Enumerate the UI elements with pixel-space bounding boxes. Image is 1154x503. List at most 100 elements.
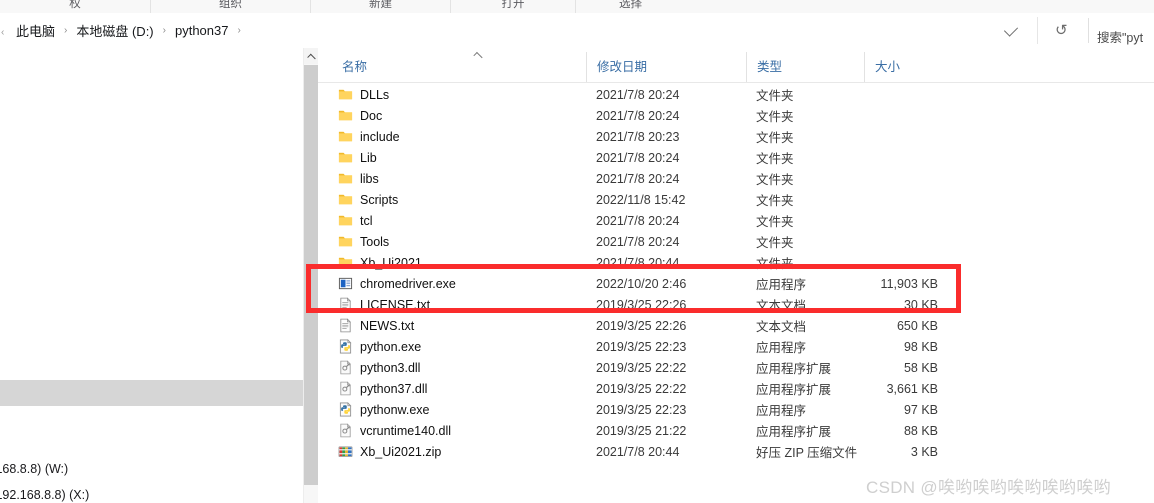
file-name-label: Scripts [360, 192, 399, 207]
nav-item-network-drive-x[interactable]: \192.168.8.8) (X:) [0, 488, 89, 502]
file-name-cell: Tools [338, 234, 389, 249]
text-file-icon [338, 318, 353, 333]
address-bar: ‹ 此电脑 › 本地磁盘 (D:) › python37 › ↻ 搜索"pyt [0, 13, 1154, 49]
breadcrumb-separator-icon[interactable]: › [158, 25, 171, 36]
file-name-label: python.exe [360, 339, 422, 354]
file-name-cell: libs [338, 171, 379, 186]
file-date-cell: 2021/7/8 20:44 [596, 255, 680, 270]
address-dropdown-button[interactable] [988, 17, 1034, 44]
ribbon-group-open[interactable]: 打开 [450, 0, 575, 13]
file-date-cell: 2021/7/8 20:24 [596, 213, 680, 228]
search-input[interactable]: 搜索"pyt [1097, 27, 1154, 46]
column-header-size[interactable]: 大小 [864, 52, 938, 82]
file-type-cell: 文件夹 [756, 110, 794, 124]
file-size-cell: 58 KB [903, 360, 938, 375]
table-row[interactable]: Scripts 2022/11/8 15:42 文件夹 [318, 189, 1154, 210]
scroll-up-arrow-icon[interactable] [304, 48, 318, 64]
file-name-cell: vcruntime140.dll [338, 423, 451, 438]
file-name-cell: include [338, 129, 400, 144]
caret-up-icon [306, 53, 316, 62]
file-date-cell: 2022/11/8 15:42 [596, 192, 686, 207]
breadcrumb-item-this-pc[interactable]: 此电脑 [12, 19, 59, 42]
ribbon-strip: 权 组织 新建 打开 选择 [0, 0, 1154, 14]
column-header-type[interactable]: 类型 [746, 52, 864, 82]
file-date-cell: 2021/7/8 20:24 [596, 87, 680, 102]
file-name-label: libs [360, 171, 379, 186]
table-row[interactable]: include 2021/7/8 20:23 文件夹 [318, 126, 1154, 147]
table-row[interactable]: Tools 2021/7/8 20:24 文件夹 [318, 231, 1154, 252]
ribbon-group-0[interactable]: 权 [0, 0, 150, 13]
file-date-cell: 2021/7/8 20:24 [596, 150, 680, 165]
table-row[interactable]: vcruntime140.dll 2019/3/25 21:22 应用程序扩展 88 … [318, 420, 1154, 441]
table-row[interactable]: Lib 2021/7/8 20:24 文件夹 [318, 147, 1154, 168]
file-size-cell: 3 KB [910, 444, 938, 459]
file-name-cell: DLLs [338, 87, 389, 102]
file-size-cell: 98 KB [903, 339, 938, 354]
python-app-icon [338, 339, 353, 354]
folder-icon [338, 129, 353, 144]
file-name-label: include [360, 129, 400, 144]
file-name-label: Lib [360, 150, 377, 165]
table-row[interactable]: Xb_Ui2021 2021/7/8 20:44 文件夹 [318, 252, 1154, 273]
table-row[interactable]: Xb_Ui2021.zip 2021/7/8 20:44 好压 ZIP 压缩文件 3 … [318, 441, 1154, 462]
file-size-cell: 30 KB [903, 297, 938, 312]
file-type-cell: 文件夹 [756, 173, 794, 187]
file-type-cell: 文件夹 [756, 215, 794, 229]
table-row[interactable]: libs 2021/7/8 20:24 文件夹 [318, 168, 1154, 189]
table-row[interactable]: Doc 2021/7/8 20:24 文件夹 [318, 105, 1154, 126]
file-type-cell: 应用程序扩展 [756, 362, 832, 376]
sort-ascending-icon [473, 51, 483, 62]
scrollbar-thumb[interactable] [304, 65, 318, 485]
python-app-icon [338, 402, 353, 417]
file-size-cell: 88 KB [903, 423, 938, 438]
dll-file-icon [338, 360, 353, 375]
file-type-cell: 应用程序扩展 [756, 383, 832, 397]
ribbon-group-new[interactable]: 新建 [310, 0, 450, 13]
breadcrumb: 此电脑 › 本地磁盘 (D:) › python37 › [12, 13, 246, 48]
breadcrumb-separator-trailing-icon[interactable]: › [232, 25, 245, 36]
table-row[interactable]: DLLs 2021/7/8 20:24 文件夹 [318, 84, 1154, 105]
table-row[interactable]: python3.dll 2019/3/25 22:22 应用程序扩展 58 KB [318, 357, 1154, 378]
csdn-watermark: CSDN @唉哟唉哟唉哟唉哟唉哟 [866, 478, 1111, 497]
folder-icon [338, 171, 353, 186]
column-header-date-modified[interactable]: 修改日期 [586, 52, 746, 82]
file-date-cell: 2021/7/8 20:24 [596, 234, 680, 249]
breadcrumb-item-python37[interactable]: python37 [171, 21, 233, 40]
file-date-cell: 2019/3/25 22:23 [596, 339, 687, 354]
console-app-icon [338, 276, 353, 291]
table-row[interactable]: tcl 2021/7/8 20:24 文件夹 [318, 210, 1154, 231]
folder-icon [338, 255, 353, 270]
file-name-cell: tcl [338, 213, 373, 228]
table-row[interactable]: NEWS.txt 2019/3/25 22:26 文本文档 650 KB [318, 315, 1154, 336]
file-name-cell: Scripts [338, 192, 398, 207]
file-type-cell: 文件夹 [756, 236, 794, 250]
nav-selected-band[interactable] [0, 380, 303, 406]
ribbon-group-organize[interactable]: 组织 [150, 0, 310, 13]
table-row[interactable]: LICENSE.txt 2019/3/25 22:26 文本文档 30 KB [318, 294, 1154, 315]
file-name-cell: python.exe [338, 339, 421, 354]
dll-file-icon [338, 423, 353, 438]
file-name-cell: python3.dll [338, 360, 420, 375]
breadcrumb-back-arrow-icon[interactable]: ‹ [1, 28, 4, 38]
table-row[interactable]: python.exe 2019/3/25 22:23 应用程序 98 KB [318, 336, 1154, 357]
file-name-label: NEWS.txt [360, 318, 415, 333]
folder-icon [338, 108, 353, 123]
file-type-cell: 应用程序 [756, 341, 807, 355]
ribbon-group-list: 权 组织 新建 打开 选择 [0, 0, 685, 13]
table-row[interactable]: pythonw.exe 2019/3/25 22:23 应用程序 97 KB [318, 399, 1154, 420]
refresh-button[interactable]: ↻ [1037, 17, 1084, 44]
file-date-cell: 2019/3/25 22:26 [596, 297, 687, 312]
ribbon-group-select[interactable]: 选择 [575, 0, 685, 13]
breadcrumb-item-local-disk-d[interactable]: 本地磁盘 (D:) [72, 19, 157, 42]
breadcrumb-separator-icon[interactable]: › [59, 25, 72, 36]
vertical-scrollbar[interactable] [303, 48, 318, 503]
file-name-label: Doc [360, 108, 383, 123]
file-type-cell: 文件夹 [756, 131, 794, 145]
text-file-icon [338, 297, 353, 312]
nav-item-network-drive-w[interactable]: .168.8.8) (W:) [0, 462, 68, 476]
file-type-cell: 文件夹 [756, 257, 794, 271]
table-row[interactable]: python37.dll 2019/3/25 22:22 应用程序扩展 3,661 K… [318, 378, 1154, 399]
column-header-name[interactable]: 名称 [332, 51, 586, 82]
table-row[interactable]: chromedriver.exe 2022/10/20 2:46 应用程序 11,90… [318, 273, 1154, 294]
folder-icon [338, 213, 353, 228]
